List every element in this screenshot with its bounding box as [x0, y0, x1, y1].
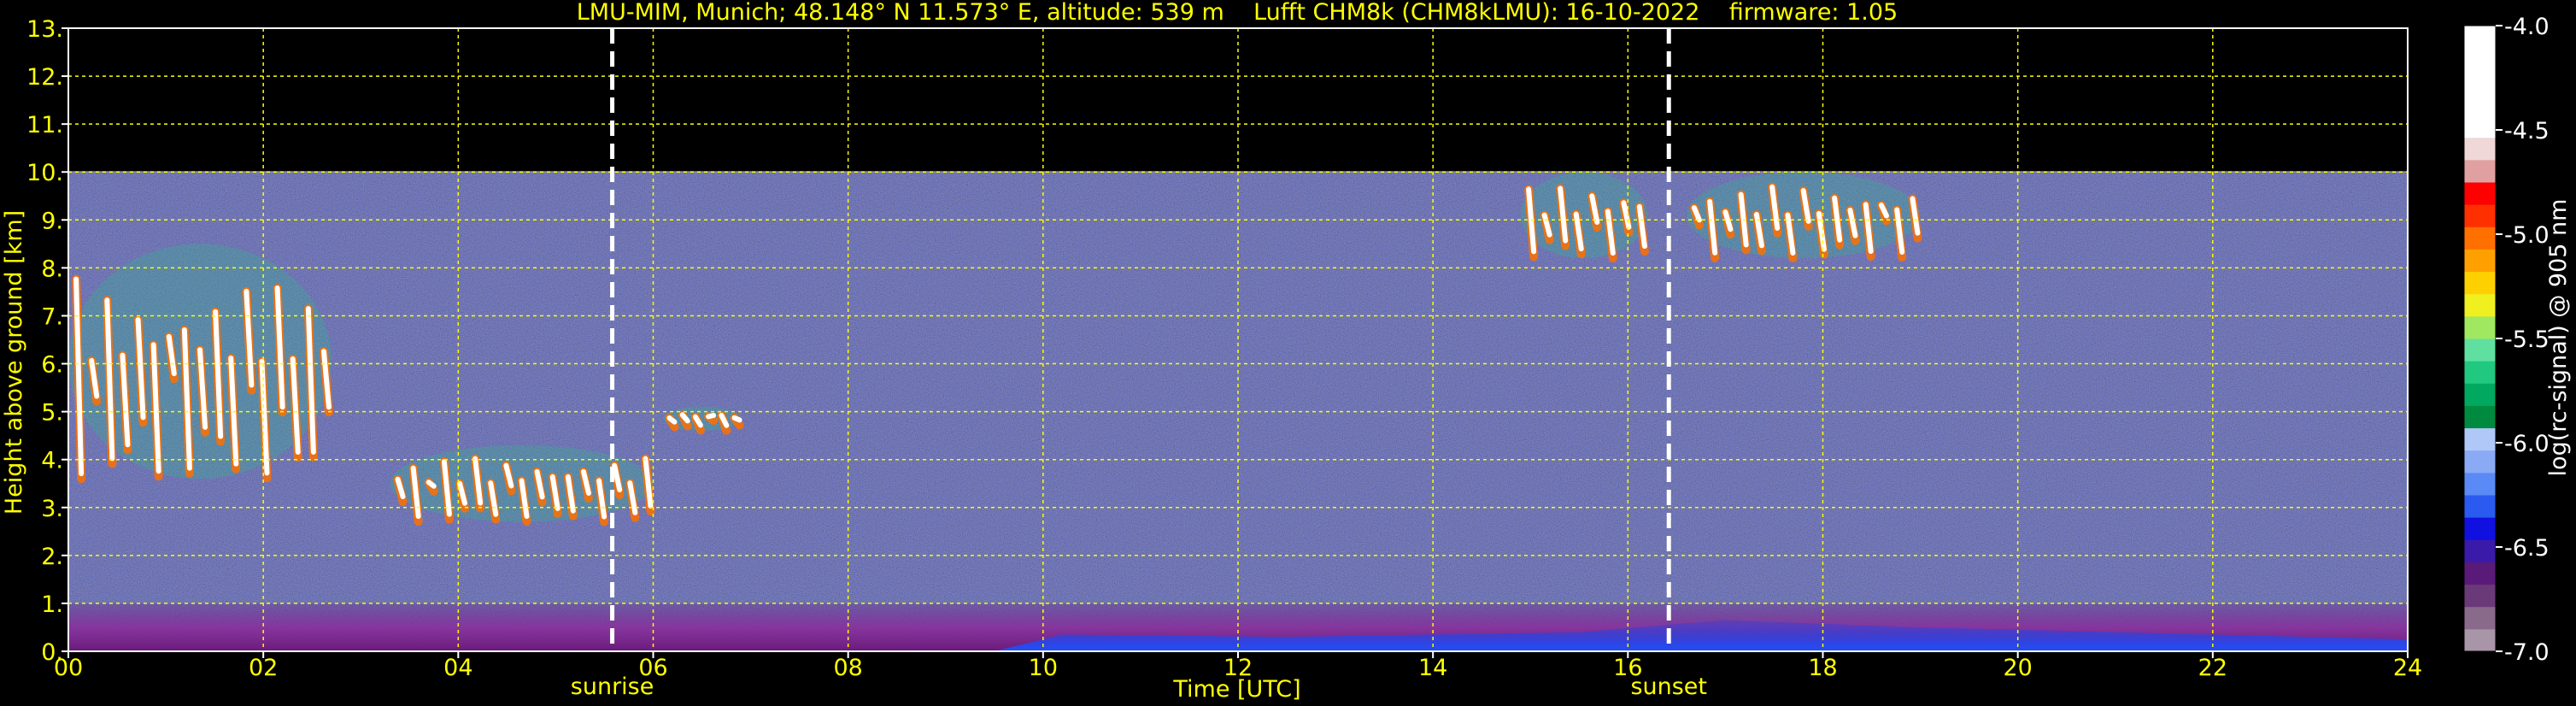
colorbar-segment: [2464, 204, 2496, 227]
colorbar-segment: [2464, 606, 2496, 630]
cloud-1: [68, 244, 333, 484]
colorbar-segment: [2464, 92, 2496, 116]
colorbar-segment: [2464, 271, 2496, 295]
colorbar-segment: [2464, 562, 2496, 585]
y-tick-label: 11.: [26, 112, 63, 138]
cloud-3: [662, 407, 744, 435]
colorbar-segment: [2464, 227, 2496, 250]
colorbar-tick-label: -4.0: [2504, 14, 2550, 40]
y-tick-label: 8.: [41, 256, 63, 282]
colorbar-segment: [2464, 48, 2496, 71]
colorbar-segment: [2464, 584, 2496, 608]
colorbar-segment: [2464, 137, 2496, 161]
y-tick-label: 13.: [26, 16, 63, 43]
x-tick-label: 16: [1613, 655, 1642, 681]
colorbar-segment: [2464, 315, 2496, 339]
colorbar-segment: [2464, 361, 2496, 384]
y-tick-label: 3.: [41, 496, 63, 522]
colorbar-segment: [2464, 405, 2496, 429]
colorbar-tick-label: -5.5: [2504, 327, 2550, 353]
colorbar-segment: [2464, 70, 2496, 93]
colorbar-segment: [2464, 495, 2496, 518]
y-tick-label: 12.: [26, 64, 63, 91]
x-axis-label: Time [UTC]: [1172, 676, 1300, 703]
y-tick-label: 5.: [41, 400, 63, 427]
ceilometer-chart: sunrise sunset 00 02 04 06 08 10 12 14 16 18 20 22 24…: [1, 0, 2572, 703]
colorbar-segment: [2464, 628, 2496, 652]
y-axis-label: Height above ground [km]: [1, 210, 27, 515]
colorbar-segment: [2464, 539, 2496, 562]
colorbar-segment: [2464, 182, 2496, 205]
cloud-core: [425, 479, 437, 489]
colorbar-segment: [2464, 293, 2496, 317]
y-tick-label: 7.: [41, 303, 63, 330]
colorbar-segment: [2464, 383, 2496, 406]
x-tick-label: 24: [2393, 655, 2422, 681]
y-tick-label: 0.: [41, 639, 63, 666]
y-tick-label: 6.: [41, 352, 63, 379]
cloud-5: [1686, 172, 1922, 262]
x-tick-label: 02: [249, 655, 278, 681]
y-tick-label: 4.: [41, 448, 63, 474]
y-tick-label: 9.: [41, 208, 63, 234]
colorbar-segment: [2464, 115, 2496, 138]
y-tick-label: 10.: [26, 160, 63, 186]
cloud-core: [706, 413, 717, 420]
y-tick-label: 1.: [41, 591, 63, 618]
x-tick-label: 08: [833, 655, 862, 681]
x-tick-label: 22: [2198, 655, 2227, 681]
x-tick-label: 10: [1029, 655, 1058, 681]
colorbar-tick-label: -6.0: [2504, 431, 2550, 457]
colorbar-tick-label: -4.5: [2504, 118, 2550, 144]
colorbar-tick-label: -5.0: [2504, 222, 2550, 249]
x-tick-label: 14: [1418, 655, 1447, 681]
x-tick-label: 20: [2003, 655, 2032, 681]
colorbar-segment: [2464, 338, 2496, 362]
colorbar-segment: [2464, 427, 2496, 451]
colorbar-tick-label: -7.0: [2504, 639, 2550, 666]
colorbar-segment: [2464, 26, 2496, 49]
chart-title: LMU-MIM, Munich; 48.148° N 11.573° E, al…: [577, 0, 1898, 26]
colorbar: -4.0 -4.5 -5.0 -5.5 -6.0 -6.5 -7.0: [2463, 14, 2550, 666]
colorbar-segment: [2464, 472, 2496, 496]
colorbar-segment: [2464, 159, 2496, 183]
x-tick-label: 18: [1808, 655, 1837, 681]
colorbar-segment: [2464, 450, 2496, 474]
colorbar-segment: [2464, 249, 2496, 273]
x-tick-label: 04: [443, 655, 472, 681]
colorbar-label: log(rc-signal) @ 905 nm: [2545, 199, 2572, 477]
x-tick-label: 06: [638, 655, 667, 681]
y-tick-label: 2.: [41, 544, 63, 570]
cloud-core: [666, 415, 678, 425]
colorbar-tick-label: -6.5: [2504, 535, 2550, 562]
cloud-core: [731, 415, 742, 423]
colorbar-segment: [2464, 517, 2496, 540]
